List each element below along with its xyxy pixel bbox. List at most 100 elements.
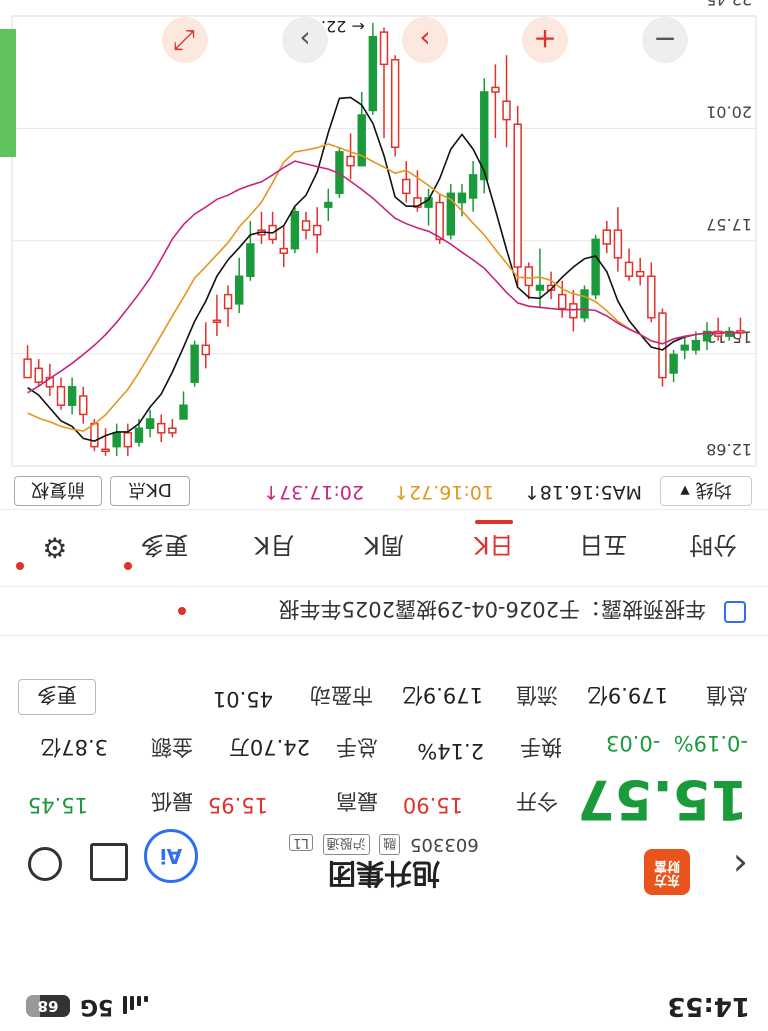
candle-body bbox=[201, 344, 210, 356]
candle-body bbox=[680, 344, 689, 351]
candle-body bbox=[246, 243, 255, 277]
tag-connect: 沪股通 bbox=[322, 834, 370, 855]
candle-body bbox=[157, 422, 166, 434]
turnover-label: 换手 bbox=[520, 735, 562, 759]
ma5-line bbox=[27, 96, 741, 442]
mktcap-value: 179.9亿 bbox=[586, 683, 668, 707]
tab-more[interactable]: 更多 bbox=[110, 510, 220, 586]
candle-body bbox=[290, 211, 300, 250]
candle-body bbox=[324, 201, 333, 208]
volume-label: 总手 bbox=[336, 735, 378, 759]
high-label: 最高 bbox=[336, 789, 378, 813]
candle-body bbox=[279, 247, 288, 254]
notice-dot bbox=[178, 607, 186, 615]
volume-value: 24.70万 bbox=[228, 735, 310, 759]
ma-select[interactable]: 均线 ▼ bbox=[660, 476, 752, 506]
candle-body bbox=[591, 238, 600, 296]
candle-body bbox=[624, 261, 634, 277]
settings-icon[interactable]: ⚙ bbox=[0, 510, 110, 586]
notice-text: 年报预披露：于2026-04-29披露2025年年报 bbox=[278, 597, 706, 621]
high-value: 15.90 bbox=[402, 793, 463, 817]
candle-body bbox=[301, 220, 311, 231]
candle-body bbox=[234, 275, 244, 305]
current-price: 15.57 bbox=[577, 768, 748, 831]
candle-body bbox=[635, 270, 645, 277]
ai-button[interactable]: Ai bbox=[144, 829, 198, 883]
ma20-value: 20:17.37↑ bbox=[263, 481, 364, 503]
candle-body bbox=[491, 86, 500, 93]
status-indicators: 5G 68 bbox=[26, 994, 149, 1019]
network-type: 5G bbox=[80, 994, 114, 1019]
candle-body bbox=[312, 224, 322, 236]
y-tick-label: 20.01 bbox=[706, 102, 752, 121]
prev-button[interactable]: › bbox=[282, 17, 328, 63]
ma20-line bbox=[27, 160, 741, 394]
amount-label: 金额 bbox=[151, 735, 193, 759]
price-change: -0.19% -0.03 bbox=[606, 731, 748, 755]
fullscreen-button[interactable]: ⤢ bbox=[162, 17, 208, 63]
period-tabs: 分时 五日 日K 周K 月K 更多 ⚙ bbox=[0, 509, 768, 586]
candle-body bbox=[23, 358, 32, 379]
candle-body bbox=[101, 448, 110, 453]
candle-body bbox=[580, 289, 589, 319]
tag-level: L1 bbox=[289, 834, 313, 851]
candle-body bbox=[67, 386, 77, 406]
candle-body bbox=[56, 386, 66, 406]
dk-button[interactable]: DK点 bbox=[110, 476, 190, 506]
ma5-value: MA5:16.18↑ bbox=[523, 481, 642, 503]
candle-body bbox=[613, 229, 623, 259]
pe-value: 45.01 bbox=[212, 687, 273, 711]
candle-body bbox=[112, 432, 121, 448]
y-tick-label: 17.57 bbox=[706, 215, 752, 234]
candle-body bbox=[223, 293, 233, 310]
side-drawer-tab[interactable] bbox=[0, 29, 16, 157]
candle-body bbox=[134, 427, 144, 443]
report-notice[interactable]: 年报预披露：于2026-04-29披露2025年年报 bbox=[0, 586, 768, 636]
candle-body bbox=[145, 418, 155, 429]
candle-body bbox=[212, 319, 222, 324]
candle-body bbox=[658, 312, 667, 379]
tab-week-k[interactable]: 周K bbox=[329, 510, 439, 586]
tab-day-k[interactable]: 日K bbox=[439, 510, 549, 586]
candle-body bbox=[346, 155, 355, 167]
kline-chart[interactable]: 22.4520.0117.5715.1212.68← 22.45 − + › ›… bbox=[0, 0, 768, 471]
ma10-value: 10:16.72↑ bbox=[393, 481, 494, 503]
candle-body bbox=[602, 229, 611, 245]
candle-body bbox=[357, 114, 366, 167]
candle-body bbox=[34, 367, 43, 383]
low-label: 最低 bbox=[151, 789, 193, 813]
candle-body bbox=[691, 339, 701, 351]
candle-body bbox=[368, 35, 378, 112]
more-quote-button[interactable]: 更多 bbox=[18, 679, 96, 715]
candle-body bbox=[402, 178, 411, 195]
app-screen: 14:53 5G 68 ‹ 东方 财富 旭升集团 603305 融 沪股通 L1 … bbox=[0, 0, 768, 1031]
candle-body bbox=[379, 31, 389, 66]
tab-intraday[interactable]: 分时 bbox=[658, 510, 768, 586]
candle-body bbox=[435, 201, 444, 241]
candle-body bbox=[513, 123, 522, 268]
status-time: 14:53 bbox=[667, 991, 750, 1021]
candle-body bbox=[558, 293, 567, 310]
candle-body bbox=[90, 422, 99, 448]
amount-value: 3.87亿 bbox=[40, 735, 108, 759]
battery-icon: 68 bbox=[26, 995, 70, 1018]
fq-button[interactable]: 前复权 bbox=[14, 476, 102, 506]
y-tick-label: 12.68 bbox=[706, 440, 752, 459]
zoom-out-button[interactable]: − bbox=[642, 17, 688, 63]
tab-five-day[interactable]: 五日 bbox=[549, 510, 659, 586]
calendar-icon bbox=[724, 601, 746, 623]
stock-code: 603305 bbox=[410, 834, 479, 855]
candle-body bbox=[457, 192, 467, 204]
next-button[interactable]: › bbox=[402, 17, 448, 63]
search-icon[interactable] bbox=[28, 847, 62, 881]
kline-svg: 22.4520.0117.5715.1212.68← 22.45 bbox=[11, 0, 757, 467]
candle-body bbox=[190, 344, 199, 383]
candle-body bbox=[569, 303, 578, 319]
tab-month-k[interactable]: 月K bbox=[219, 510, 329, 586]
candle-body bbox=[179, 404, 188, 420]
zoom-in-button[interactable]: + bbox=[522, 17, 568, 63]
stock-header: ‹ 东方 财富 旭升集团 603305 融 沪股通 L1 Ai bbox=[0, 829, 768, 923]
float-value: 179.9亿 bbox=[401, 683, 483, 707]
ma-bar: 均线 ▼ MA5:16.18↑ 10:16.72↑ 20:17.37↑ DK点 前… bbox=[0, 473, 768, 509]
expand-icon[interactable] bbox=[90, 843, 128, 881]
